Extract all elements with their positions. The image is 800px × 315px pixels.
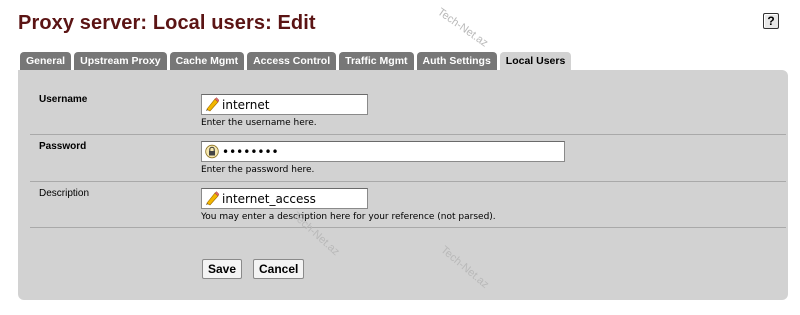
password-input[interactable]	[222, 142, 562, 161]
username-input[interactable]	[222, 95, 365, 114]
password-label: Password	[39, 141, 87, 152]
tab-upstream-proxy[interactable]: Upstream Proxy	[74, 52, 167, 70]
password-row: Password Enter the password here.	[30, 135, 786, 182]
tab-cache-mgmt[interactable]: Cache Mgmt	[169, 52, 245, 70]
settings-panel: Username Enter the username here. Passwo…	[18, 70, 788, 300]
description-input[interactable]	[222, 189, 365, 208]
save-button[interactable]: Save	[202, 259, 243, 279]
description-label: Description	[39, 188, 90, 199]
password-hint: Enter the password here.	[201, 165, 315, 175]
username-field[interactable]	[201, 94, 368, 115]
description-row: Description You may enter a description …	[30, 182, 786, 228]
description-hint: You may enter a description here for you…	[201, 212, 496, 222]
page-title: Proxy server: Local users: Edit	[18, 12, 316, 34]
help-icon[interactable]: ?	[763, 13, 779, 29]
watermark: Tech-Net.az	[435, 6, 491, 50]
cancel-button[interactable]: Cancel	[253, 259, 305, 279]
pencil-icon	[206, 191, 219, 206]
pencil-icon	[206, 97, 219, 112]
username-row: Username Enter the username here.	[30, 88, 786, 135]
password-field[interactable]	[201, 141, 565, 162]
tab-auth-settings[interactable]: Auth Settings	[416, 52, 497, 70]
tab-general[interactable]: General	[20, 52, 72, 70]
tab-traffic-mgmt[interactable]: Traffic Mgmt	[339, 52, 414, 70]
username-label: Username	[39, 94, 88, 105]
tab-access-control[interactable]: Access Control	[247, 52, 337, 70]
description-field[interactable]	[201, 188, 368, 209]
username-hint: Enter the username here.	[201, 118, 317, 128]
lock-icon	[205, 144, 219, 159]
tab-local-users[interactable]: Local Users	[499, 52, 572, 71]
tab-bar: General Upstream Proxy Cache Mgmt Access…	[20, 52, 572, 71]
